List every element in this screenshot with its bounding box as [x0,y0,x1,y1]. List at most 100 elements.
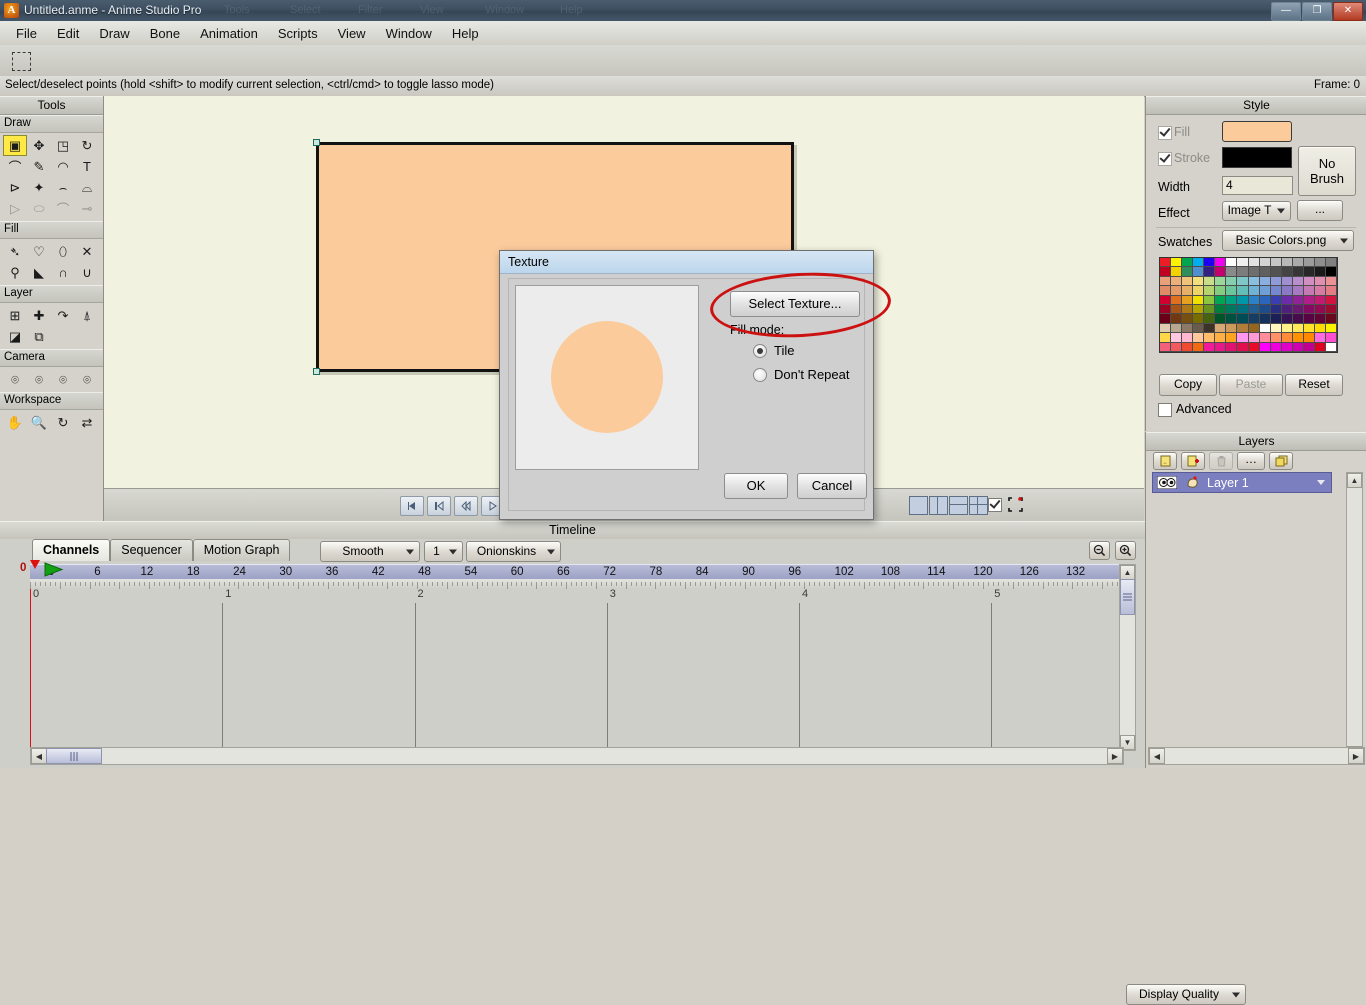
color-swatch-30[interactable] [1314,267,1326,277]
roll-camera-tool[interactable]: ⌾ [51,369,75,390]
layers-scrollbar[interactable]: ▲ ▼ [1346,472,1363,762]
color-swatch-147[interactable] [1193,342,1205,352]
color-swatch-40[interactable] [1248,276,1260,287]
show-grid-checkbox[interactable] [988,498,1002,512]
color-swatch-1[interactable] [1171,258,1183,268]
stroke-checkbox[interactable] [1158,152,1172,166]
color-swatch-42[interactable] [1270,276,1282,287]
color-swatch-63[interactable] [1325,286,1337,296]
timeline-tracks[interactable]: 0 1 2 3 4 5 [30,588,1122,749]
tab-sequencer[interactable]: Sequencer [110,539,193,561]
scroll-right-button[interactable]: ▶ [1348,748,1364,764]
color-swatch-19[interactable] [1193,267,1205,277]
color-swatch-93[interactable] [1303,304,1315,315]
color-swatch-102[interactable] [1226,314,1238,324]
color-swatch-4[interactable] [1204,258,1216,268]
menu-edit[interactable]: Edit [47,23,89,44]
color-swatch-28[interactable] [1292,267,1304,277]
color-swatch-132[interactable] [1204,333,1216,343]
scroll-up-button[interactable]: ▲ [1120,565,1135,580]
color-swatch-153[interactable] [1259,342,1271,352]
color-swatch-13[interactable] [1303,258,1315,268]
color-swatch-34[interactable] [1182,276,1194,287]
scale-layer-tool[interactable]: ✚ [27,305,51,326]
rewind-to-start-button[interactable] [400,496,424,516]
color-swatch-108[interactable] [1292,314,1304,324]
color-swatch-124[interactable] [1292,323,1304,334]
color-swatch-136[interactable] [1248,333,1260,343]
color-swatch-85[interactable] [1215,304,1227,315]
color-swatch-37[interactable] [1215,276,1227,287]
color-swatch-73[interactable] [1259,295,1271,305]
reset-style-button[interactable]: Reset [1285,374,1343,396]
color-swatch-86[interactable] [1226,304,1238,315]
color-swatch-157[interactable] [1303,342,1315,352]
stroke-width-input[interactable]: 4 [1222,176,1293,195]
color-swatch-41[interactable] [1259,276,1271,287]
shape-handle-tl[interactable] [313,139,320,146]
color-swatch-126[interactable] [1314,323,1326,334]
texture-preview[interactable] [515,285,699,470]
color-swatch-76[interactable] [1292,295,1304,305]
gradient-tool[interactable]: ◣ [27,262,51,283]
color-swatch-7[interactable] [1237,258,1249,268]
color-swatch-129[interactable] [1171,333,1183,343]
color-swatch-97[interactable] [1171,314,1183,324]
duplicate-layer-button[interactable] [1181,452,1205,470]
color-swatch-18[interactable] [1182,267,1194,277]
scroll-thumb[interactable] [46,748,102,764]
paste-style-button[interactable]: Paste [1219,374,1283,396]
add-point-tool[interactable]: ✎ [27,156,51,177]
chevron-down-icon[interactable] [1317,480,1325,485]
color-swatch-43[interactable] [1281,276,1293,287]
select-shape-tool[interactable]: ➴ [3,241,27,262]
color-swatch-83[interactable] [1193,304,1205,315]
color-swatch-44[interactable] [1292,276,1304,287]
color-swatch-82[interactable] [1182,304,1194,315]
menu-draw[interactable]: Draw [89,23,139,44]
two-row-view-button[interactable] [949,496,968,515]
scale-points-tool[interactable]: ◳ [51,135,75,156]
scroll-left-button[interactable]: ◀ [1149,748,1165,764]
color-swatch-53[interactable] [1215,286,1227,296]
interpolation-dropdown[interactable]: Smooth [320,541,420,562]
fill-mode-tile-option[interactable]: Tile [753,343,794,358]
rotate-layer-z-tool[interactable]: ↷ [51,305,75,326]
zoom-workspace-tool[interactable]: 🔍 [27,412,51,433]
color-swatch-131[interactable] [1193,333,1205,343]
color-swatch-75[interactable] [1281,295,1293,305]
radio-tile[interactable] [753,343,767,358]
color-swatch-50[interactable] [1182,286,1194,296]
color-swatch-117[interactable] [1215,323,1227,334]
rotate-layer-xy-tool[interactable]: ⍋ [75,305,99,326]
color-swatch-88[interactable] [1248,304,1260,315]
single-view-button[interactable] [909,496,928,515]
scroll-left-button[interactable]: ◀ [31,748,47,764]
color-swatch-111[interactable] [1325,314,1337,324]
display-quality-dropdown[interactable]: Display Quality [1126,984,1246,1005]
color-swatch-38[interactable] [1226,276,1238,287]
play-triangle-icon[interactable] [44,562,64,580]
curvature-tool[interactable]: ⌒ [3,156,27,177]
line-width-tool[interactable]: ∩ [51,262,75,283]
pan-workspace-tool[interactable]: ✋ [3,412,27,433]
color-swatch-23[interactable] [1237,267,1249,277]
color-swatch-21[interactable] [1215,267,1227,277]
line-tool[interactable]: ⊸ [75,198,99,219]
color-swatch-101[interactable] [1215,314,1227,324]
color-swatch-94[interactable] [1314,304,1326,315]
color-swatch-29[interactable] [1303,267,1315,277]
color-swatch-67[interactable] [1193,295,1205,305]
color-swatch-74[interactable] [1270,295,1282,305]
color-swatch-66[interactable] [1182,295,1194,305]
color-swatch-45[interactable] [1303,276,1315,287]
layer-options-button[interactable]: … [1237,452,1265,470]
zoom-out-icon[interactable] [1089,541,1110,560]
color-swatch-140[interactable] [1292,333,1304,343]
color-swatch-156[interactable] [1292,342,1304,352]
scroll-up-button[interactable]: ▲ [1347,473,1362,488]
eyes-icon[interactable] [1157,476,1177,489]
color-swatch-92[interactable] [1292,304,1304,315]
step-back-button[interactable] [427,496,451,516]
step-dropdown[interactable]: 1 [424,541,463,562]
